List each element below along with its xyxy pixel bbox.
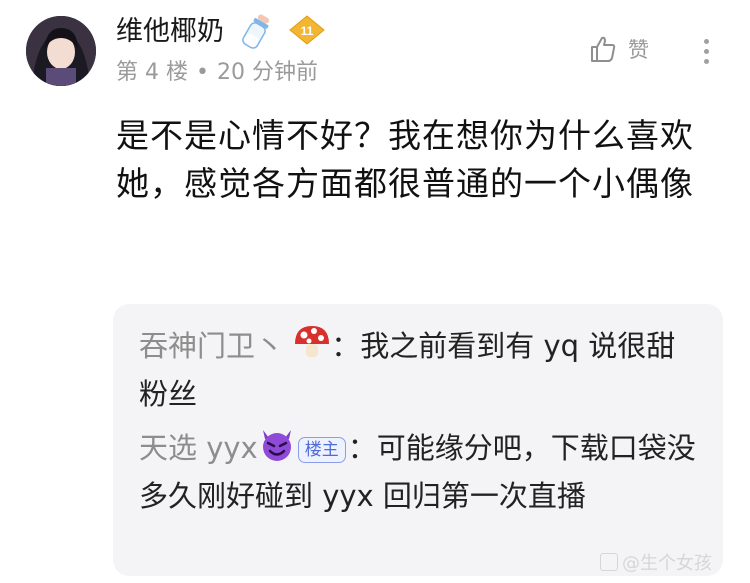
purple-devil-icon xyxy=(258,426,296,474)
avatar[interactable] xyxy=(26,16,96,86)
mushroom-icon xyxy=(293,324,331,372)
post-meta: 第 4 楼 • 20 分钟前 xyxy=(116,58,318,88)
baby-bottle-icon xyxy=(238,12,274,52)
reply-item[interactable]: 吞神门卫丶 ：我之前看到有 yq 说很甜粉丝 xyxy=(139,324,704,416)
more-options-icon[interactable] xyxy=(694,34,718,70)
floor-number: 第 4 楼 xyxy=(116,60,188,85)
thumbs-up-icon xyxy=(591,36,616,62)
reply-author[interactable]: 吞神门卫丶 xyxy=(139,329,284,363)
like-label: 赞 xyxy=(628,38,649,62)
comment-text: 是不是心情不好？我在想你为什么喜欢她，感觉各方面都很普通的一个小偶像 xyxy=(116,116,694,203)
watermark-text: @生个女孩 xyxy=(622,553,712,574)
op-badge: 楼主 xyxy=(297,437,346,463)
username[interactable]: 维他椰奶 xyxy=(116,14,224,50)
reply-section[interactable]: 吞神门卫丶 ：我之前看到有 yq 说很甜粉丝 天选 yyx 楼主 ：可能缘分吧，下 xyxy=(113,304,723,576)
reply-author[interactable]: 天选 yyx xyxy=(139,431,258,465)
watermark-logo-icon xyxy=(600,553,618,571)
level-number: 11 xyxy=(301,24,314,38)
meta-separator: • xyxy=(195,60,209,85)
watermark: @生个女孩 xyxy=(600,549,712,575)
level-badge: 11 xyxy=(288,15,326,45)
like-button[interactable]: 赞 xyxy=(588,34,649,64)
reply-item[interactable]: 天选 yyx 楼主 ：可能缘分吧，下载口袋没多久刚好碰到 yyx 回归第一次直播 xyxy=(139,426,704,518)
post-time: 20 分钟前 xyxy=(216,60,318,85)
